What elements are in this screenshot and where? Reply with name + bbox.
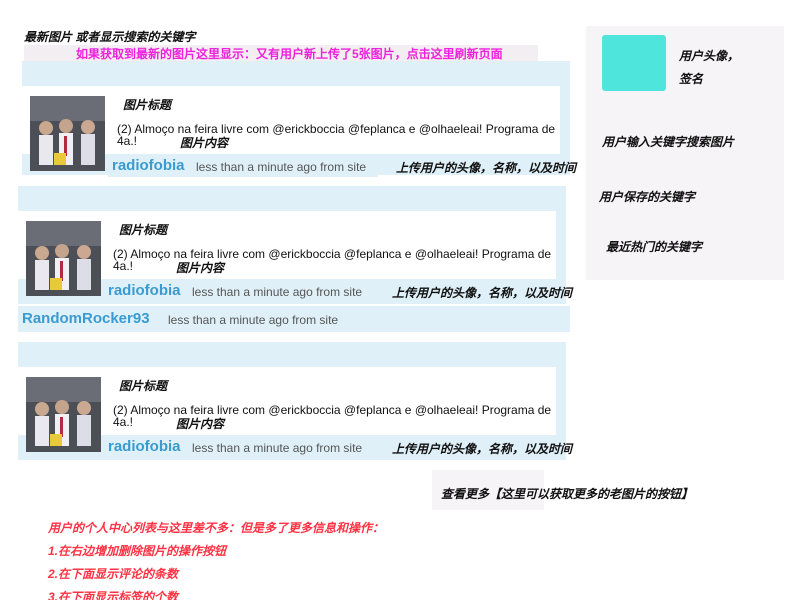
photo-icon xyxy=(26,221,101,296)
uploader-row: radiofobia less than a minute ago from s… xyxy=(108,155,378,177)
uploader-row: RandomRocker93 less than a minute ago fr… xyxy=(18,306,570,332)
uploader-username[interactable]: radiofobia xyxy=(112,157,185,174)
signature-label: 签名 xyxy=(679,72,704,86)
uploader-note: 上传用户的头像，名称，以及时间 xyxy=(392,286,573,300)
keyword-search-input[interactable]: 用户输入关键字搜索图片 xyxy=(602,133,734,150)
user-avatar[interactable] xyxy=(602,35,666,91)
load-more-label[interactable]: 查看更多【这里可以获取更多的老图片的按钮】 xyxy=(441,485,693,502)
hot-keywords[interactable]: 最近热门的关键字 xyxy=(606,238,702,255)
image-thumbnail[interactable] xyxy=(26,221,101,296)
saved-keywords[interactable]: 用户保存的关键字 xyxy=(599,188,695,205)
upload-time: less than a minute ago from site xyxy=(192,441,363,455)
image-content-label: 图片内容 xyxy=(176,417,225,431)
uploader-username[interactable]: radiofobia xyxy=(108,282,181,299)
uploader-row: radiofobia less than a minute ago from s… xyxy=(104,436,374,458)
avatar-label: 用户头像， xyxy=(679,49,740,63)
photo-icon xyxy=(30,96,105,171)
page: 最新图片 或者显示搜索的关键字 如果获取到最新的图片这里显示：又有用户新上传了5… xyxy=(0,0,800,600)
new-images-notice[interactable]: 如果获取到最新的图片这里显示：又有用户新上传了5张图片，点击这里刷新页面 xyxy=(76,45,503,62)
image-title: 图片标题 xyxy=(123,98,172,112)
profile-note-item: 1.在右边增加删除图片的操作按钮 xyxy=(48,544,227,558)
image-title: 图片标题 xyxy=(119,223,168,237)
image-title: 图片标题 xyxy=(119,379,168,393)
profile-note-item: 3.在下面显示标签的个数 xyxy=(48,590,179,600)
upload-time: less than a minute ago from site xyxy=(192,285,363,299)
uploader-note: 上传用户的头像，名称，以及时间 xyxy=(392,442,573,456)
uploader-row: radiofobia less than a minute ago from s… xyxy=(104,280,374,302)
image-content-label: 图片内容 xyxy=(176,261,225,275)
profile-note-item: 2.在下面显示评论的条数 xyxy=(48,567,179,581)
uploader-username[interactable]: radiofobia xyxy=(108,438,181,455)
image-thumbnail[interactable] xyxy=(30,96,105,171)
uploader-username[interactable]: RandomRocker93 xyxy=(22,310,150,327)
image-content-label: 图片内容 xyxy=(180,136,229,150)
page-title: 最新图片 或者显示搜索的关键字 xyxy=(24,30,196,44)
upload-time: less than a minute ago from site xyxy=(168,313,339,327)
photo-icon xyxy=(26,377,101,452)
profile-note: 用户的个人中心列表与这里差不多：但是多了更多信息和操作： xyxy=(48,521,385,535)
image-thumbnail[interactable] xyxy=(26,377,101,452)
upload-time: less than a minute ago from site xyxy=(196,160,367,174)
uploader-note: 上传用户的头像，名称，以及时间 xyxy=(396,161,577,175)
